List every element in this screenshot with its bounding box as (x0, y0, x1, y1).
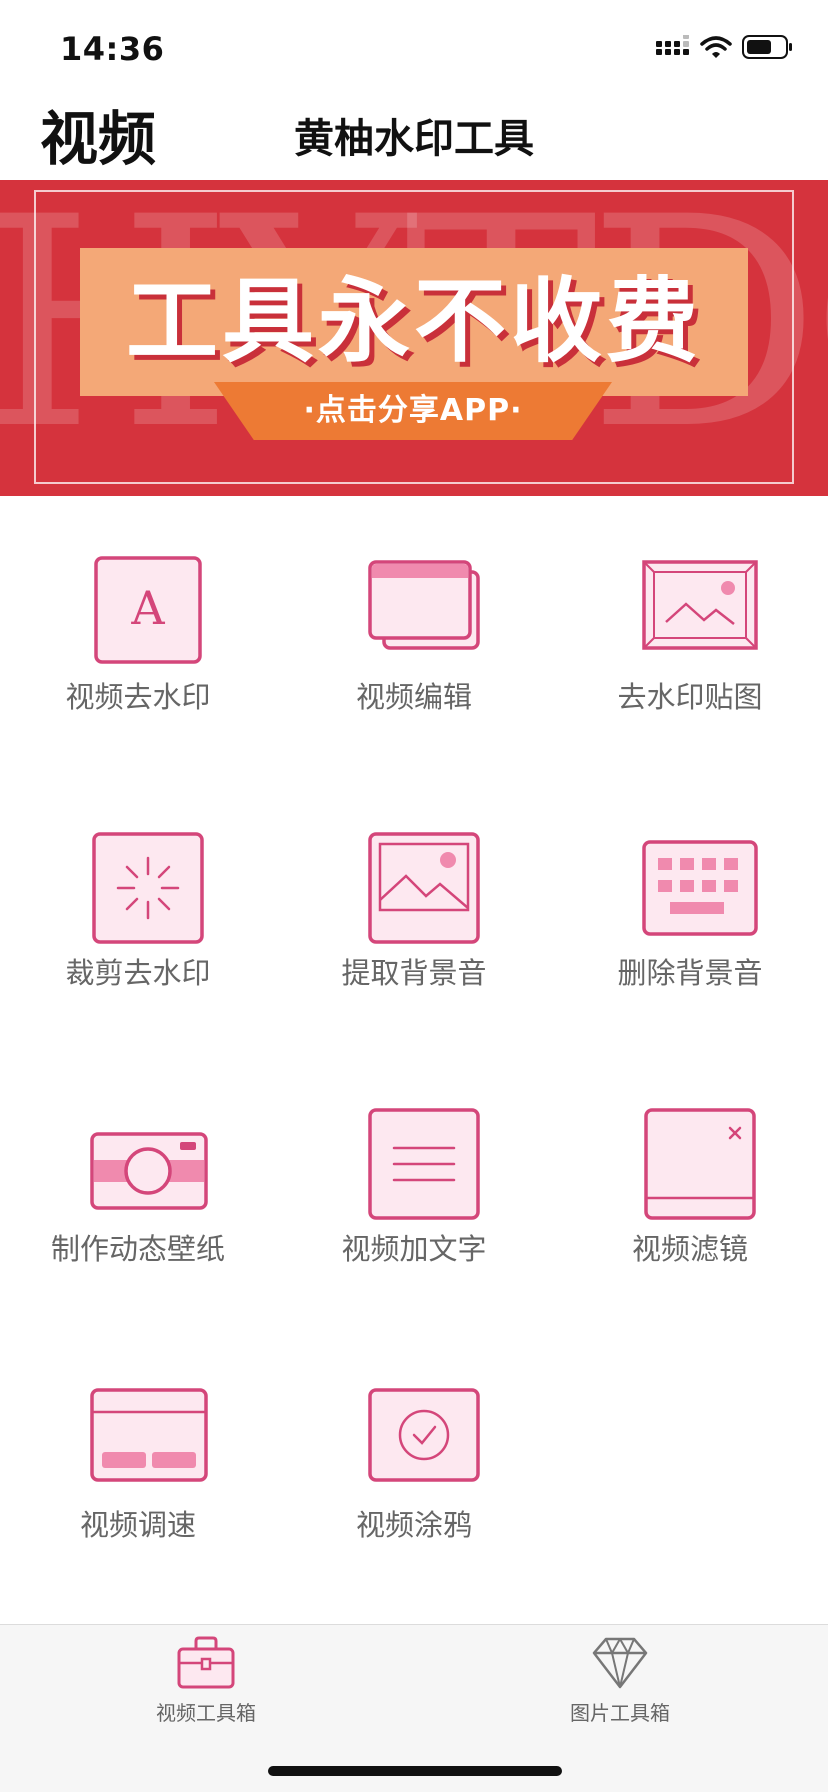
diamond-icon (590, 1635, 650, 1691)
promo-banner[interactable]: HYTDC 工具永不收费 ·点击分享APP· (0, 180, 828, 496)
tool-video-add-text[interactable]: 视频加文字 (276, 1048, 552, 1266)
status-time: 14:36 (60, 30, 165, 68)
check-circle-icon (364, 1380, 484, 1496)
banner-headline: 工具永不收费 (125, 268, 702, 375)
tool-label: 视频调速 (79, 1508, 196, 1542)
tool-video-doodle[interactable]: 视频涂鸦 (276, 1324, 552, 1542)
tool-remove-watermark-sticker[interactable]: 去水印贴图 (552, 496, 828, 714)
sparkle-icon (88, 828, 208, 944)
tool-label: 视频加文字 (341, 1232, 487, 1266)
tool-label: 视频涂鸦 (355, 1508, 472, 1542)
tool-label: 视频去水印 (65, 680, 211, 714)
camera-icon (88, 1104, 208, 1220)
tool-label: 视频滤镜 (631, 1232, 748, 1266)
tool-video-filter[interactable]: 视频滤镜 (552, 1048, 828, 1266)
framed-picture-icon (640, 552, 760, 668)
tab-video-toolbox[interactable]: 视频工具箱 (106, 1625, 306, 1735)
status-icons (656, 33, 794, 64)
tool-label: 裁剪去水印 (65, 956, 211, 990)
tool-video-remove-watermark[interactable]: A 视频去水印 (0, 496, 276, 714)
tool-video-speed[interactable]: 视频调速 (0, 1324, 276, 1542)
keyboard-icon (640, 828, 760, 944)
share-app-button[interactable]: ·点击分享APP· (214, 382, 612, 440)
tool-remove-background-audio[interactable]: 删除背景音 (552, 772, 828, 990)
letter-a-icon: A (88, 552, 208, 668)
tool-label: 删除背景音 (617, 956, 763, 990)
tool-make-live-wallpaper[interactable]: 制作动态壁纸 (0, 1048, 276, 1266)
nav-header: 黄柚水印工具 视频 (0, 90, 828, 180)
page-title: 视频 (40, 105, 157, 173)
tool-label: 制作动态壁纸 (50, 1232, 225, 1266)
image-icon (364, 828, 484, 944)
tool-label: 提取背景音 (341, 956, 487, 990)
tool-label: 去水印贴图 (617, 680, 763, 714)
stacked-windows-icon (364, 552, 484, 668)
tab-image-toolbox[interactable]: 图片工具箱 (520, 1625, 720, 1735)
window-bars-icon (88, 1380, 208, 1496)
battery-icon (742, 34, 794, 64)
tab-label: 图片工具箱 (570, 1701, 670, 1725)
tool-video-edit[interactable]: 视频编辑 (276, 496, 552, 714)
close-card-icon (640, 1104, 760, 1220)
tool-label: 视频编辑 (355, 680, 472, 714)
status-bar: 14:36 (0, 0, 828, 90)
tool-extract-background-audio[interactable]: 提取背景音 (276, 772, 552, 990)
toolbox-icon (176, 1635, 236, 1691)
tool-crop-remove-watermark[interactable]: 裁剪去水印 (0, 772, 276, 990)
tab-label: 视频工具箱 (156, 1701, 256, 1725)
home-indicator[interactable] (268, 1766, 562, 1776)
signal-icon (656, 33, 690, 63)
wifi-icon (700, 35, 732, 63)
text-lines-icon (364, 1104, 484, 1220)
svg-text:A: A (130, 581, 165, 635)
